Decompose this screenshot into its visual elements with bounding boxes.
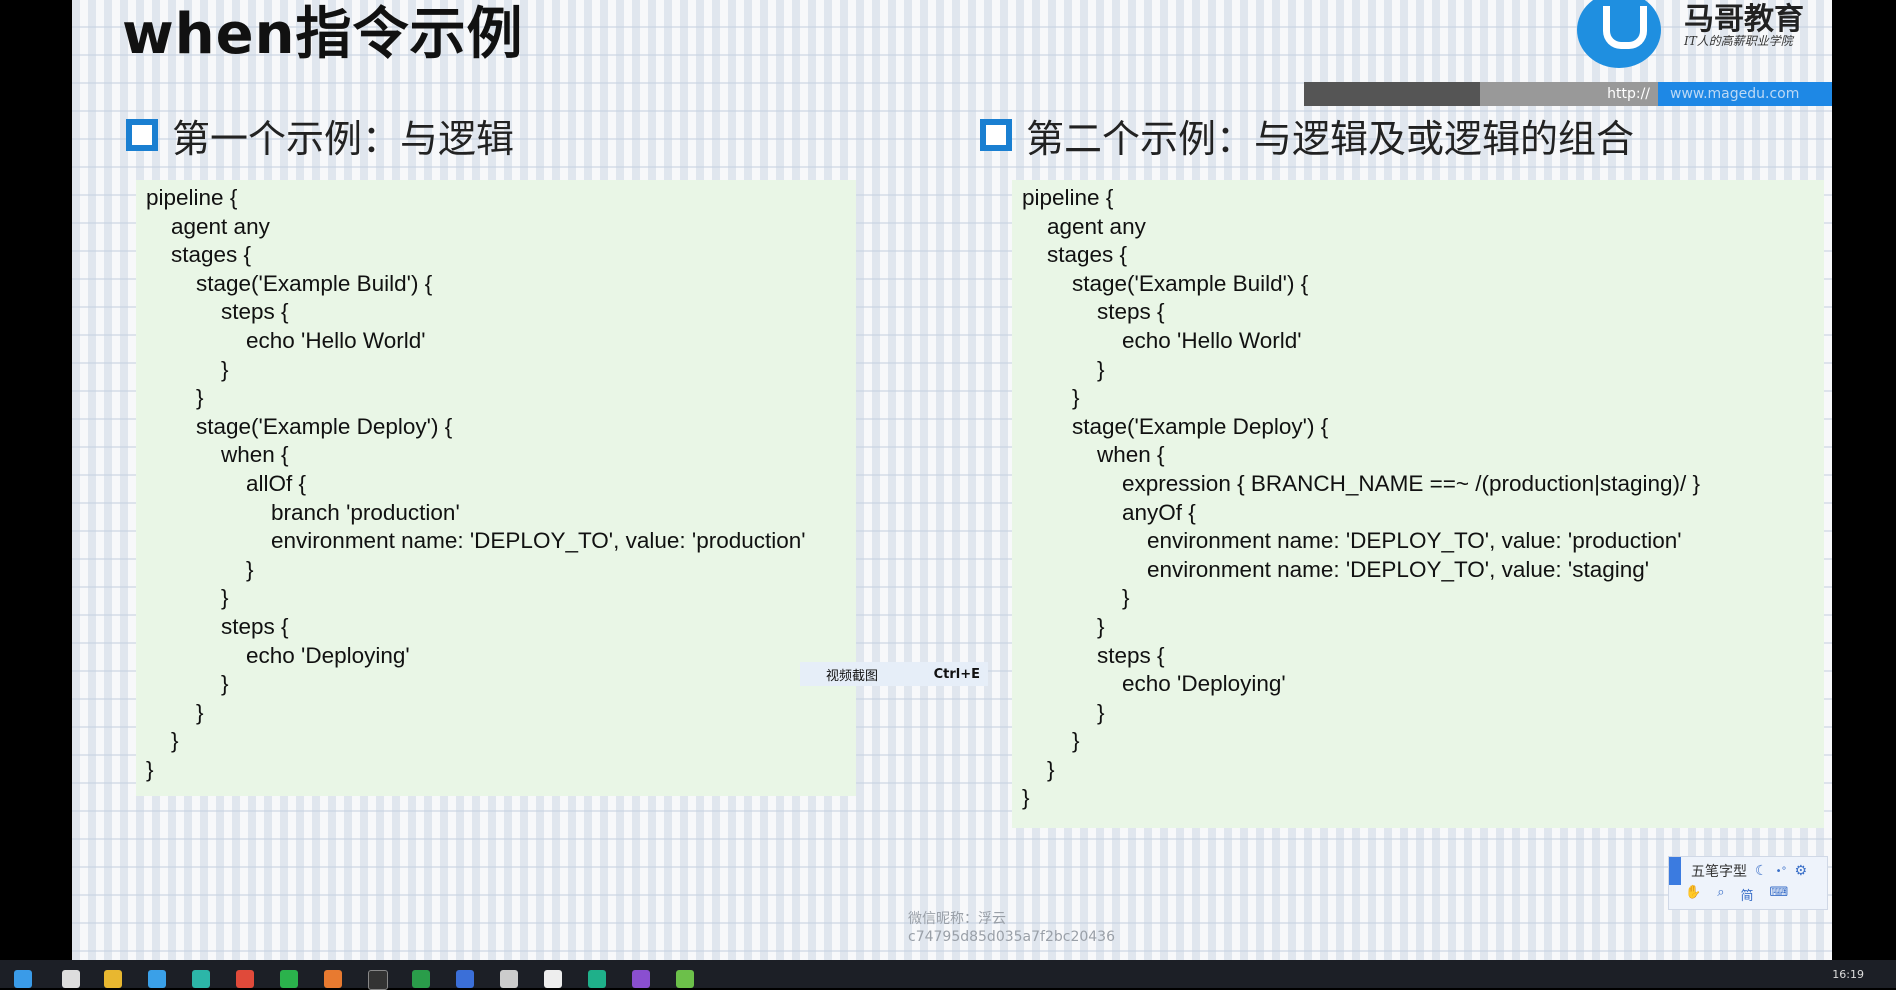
folder-icon[interactable] (104, 970, 122, 988)
screenshot-tooltip[interactable]: 视频截图 Ctrl+E (800, 662, 988, 686)
code-line: } (1022, 699, 1105, 725)
moon-icon[interactable]: ☾ (1755, 863, 1768, 879)
code-line: } (146, 671, 229, 697)
taskbar-app-icon[interactable] (324, 970, 342, 988)
url-banner: http:// www.magedu.com (1304, 82, 1832, 106)
code-line: environment name: 'DEPLOY_TO', value: 'p… (1022, 528, 1682, 554)
square-bullet-icon (126, 119, 158, 151)
code-line: steps { (146, 613, 289, 639)
hand-icon[interactable]: ✋ (1685, 885, 1701, 904)
code-line: steps { (146, 299, 289, 325)
code-line: } (1022, 385, 1080, 411)
code-line: echo 'Hello World' (146, 327, 426, 353)
code-line: } (146, 356, 229, 382)
code-line: } (146, 385, 204, 411)
taskbar-app-icon[interactable] (456, 970, 474, 988)
taskbar-app-icon[interactable] (676, 970, 694, 988)
terminal-icon[interactable] (368, 970, 388, 990)
punctuation-icon[interactable]: •° (1776, 866, 1787, 877)
edge-icon[interactable] (192, 970, 210, 988)
code-line: expression { BRANCH_NAME ==~ /(productio… (1022, 470, 1701, 496)
slide: when指令示例 马哥教育 IT人的高薪职业学院 http:// www.mag… (72, 0, 1832, 960)
code-line: echo 'Deploying' (1022, 671, 1286, 697)
square-bullet-icon (980, 119, 1012, 151)
taskbar-app-icon[interactable] (500, 970, 518, 988)
code-line: allOf { (146, 470, 307, 496)
tooltip-shortcut: Ctrl+E (933, 666, 980, 682)
code-line: steps { (1022, 299, 1165, 325)
code-line: } (1022, 728, 1080, 754)
code-line: } (146, 585, 229, 611)
url-prefix: http:// (1480, 82, 1658, 106)
code-line: environment name: 'DEPLOY_TO', value: 'p… (146, 528, 806, 554)
clock[interactable]: 16:19 (1832, 968, 1864, 981)
tooltip-label: 视频截图 (826, 668, 879, 684)
code-line: } (146, 756, 154, 782)
code-line: branch 'production' (146, 499, 460, 525)
code-line: pipeline { (146, 185, 238, 210)
url-banner-dark (1304, 82, 1480, 106)
code-line: environment name: 'DEPLOY_TO', value: 's… (1022, 556, 1650, 582)
code-line: stage('Example Build') { (146, 270, 433, 296)
wechat-icon[interactable] (280, 970, 298, 988)
taskbar-app-icon[interactable] (148, 970, 166, 988)
ime-handle[interactable] (1669, 857, 1681, 885)
example1-heading: 第一个示例：与逻辑 (126, 110, 515, 161)
code-line: stage('Example Build') { (1022, 270, 1309, 296)
code-line: echo 'Hello World' (1022, 327, 1302, 353)
taskbar-app-icon[interactable] (544, 970, 562, 988)
code-line: } (1022, 613, 1105, 639)
gear-icon[interactable]: ⚙ (1794, 863, 1807, 879)
code-line: when { (146, 442, 289, 468)
code-line: when { (1022, 442, 1165, 468)
taskbar-app-icon[interactable] (588, 970, 606, 988)
code-line: echo 'Deploying' (146, 642, 410, 668)
code-line: } (1022, 585, 1130, 611)
code-line: stages { (146, 242, 252, 268)
start-icon[interactable] (14, 970, 32, 988)
code-line: stages { (1022, 242, 1128, 268)
example1-code-block: pipeline { agent any stages { stage('Exa… (136, 180, 856, 796)
code-line: stage('Example Deploy') { (1022, 413, 1329, 439)
code-line: } (1022, 785, 1030, 811)
code-line: } (1022, 756, 1055, 782)
search-icon[interactable]: ⌕ (1717, 885, 1724, 904)
taskbar-app-icon[interactable] (412, 970, 430, 988)
url-site: www.magedu.com (1658, 82, 1832, 106)
code-line: } (1022, 356, 1105, 382)
magedu-logo-icon (1577, 0, 1661, 68)
code-line: agent any (146, 213, 270, 239)
taskbar: 16:19 (0, 960, 1896, 990)
code-line: } (146, 556, 254, 582)
taskbar-app-icon[interactable] (62, 970, 80, 988)
taskbar-app-icon[interactable] (632, 970, 650, 988)
example1-heading-text: 第一个示例：与逻辑 (172, 116, 515, 161)
code-line: steps { (1022, 642, 1165, 668)
logo-slogan: IT人的高薪职业学院 (1684, 34, 1793, 48)
code-line: } (146, 728, 179, 754)
code-line: pipeline { (1022, 185, 1114, 210)
watermark-line1: 微信昵称：浮云 (908, 911, 1006, 927)
watermark-line2: c74795d85d035a7f2bc20436 (908, 929, 1115, 945)
ime-label[interactable]: 五笔字型 (1691, 861, 1747, 881)
ime-mode[interactable]: 简 (1740, 885, 1753, 904)
code-line: agent any (1022, 213, 1146, 239)
code-line: anyOf { (1022, 499, 1196, 525)
keyboard-icon[interactable]: ⌨ (1769, 885, 1788, 904)
slide-title: when指令示例 (122, 2, 524, 67)
example2-heading: 第二个示例：与逻辑及或逻辑的组合 (980, 110, 1635, 161)
ime-toolbar[interactable]: 五笔字型 ☾ •° ⚙ ✋ ⌕ 简 ⌨ (1668, 856, 1828, 910)
watermark: 微信昵称：浮云 c74795d85d035a7f2bc20436 (908, 910, 1115, 946)
example2-code-block: pipeline { agent any stages { stage('Exa… (1012, 180, 1824, 828)
code-line: stage('Example Deploy') { (146, 413, 453, 439)
example2-heading-text: 第二个示例：与逻辑及或逻辑的组合 (1026, 116, 1635, 161)
code-line: } (146, 699, 204, 725)
chrome-icon[interactable] (236, 970, 254, 988)
